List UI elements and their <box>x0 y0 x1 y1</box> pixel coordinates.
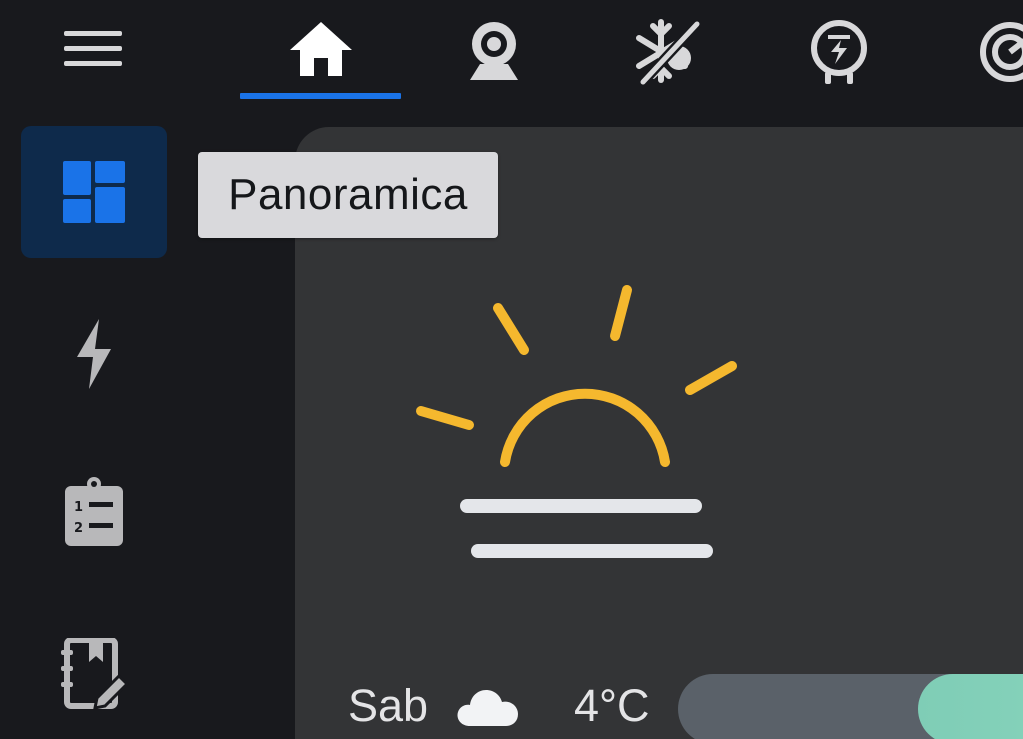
forecast-day: Sab <box>348 680 429 731</box>
temperature-range-bar <box>678 674 1023 739</box>
sidebar-tooltip: Panoramica <box>198 152 498 238</box>
forecast-row[interactable]: Sab 4°C <box>348 672 1023 739</box>
temperature-range-fill <box>918 674 1023 739</box>
cloud-icon <box>457 690 518 726</box>
sunrise-haze-icon <box>416 285 737 558</box>
app-root: 1 2 Panoramica Sab 4°C <box>0 0 1023 739</box>
forecast-temperature: 4°C <box>574 680 650 731</box>
